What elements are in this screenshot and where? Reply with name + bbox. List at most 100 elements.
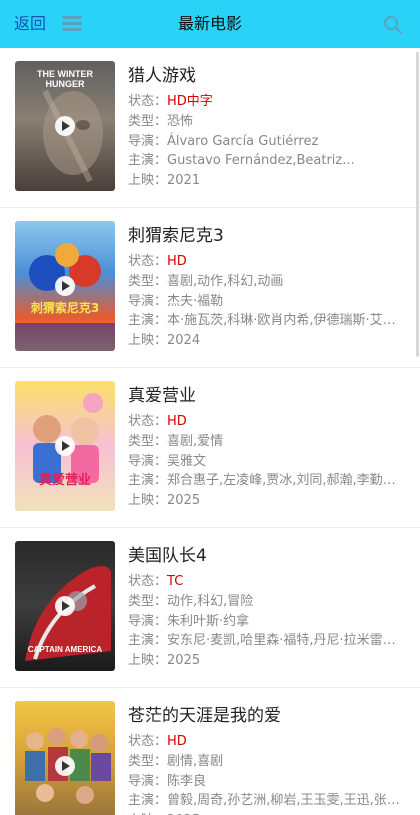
poster-title: CAPTAIN AMERICA: [27, 645, 103, 654]
genre-value: 喜剧,爱情: [167, 433, 224, 449]
cast-label: 主演：: [128, 473, 168, 489]
status-row: 状态：HD: [128, 252, 408, 272]
genre-row: 类型：喜剧,动作,科幻,动画: [128, 272, 408, 292]
poster-title: THE WINTER HUNGER: [37, 69, 93, 89]
cast-label: 主演：: [128, 633, 168, 649]
status-row: 状态：HD: [128, 732, 408, 752]
cast-label: 主演：: [128, 313, 168, 329]
poster-title: 刺猬索尼克3: [30, 301, 100, 315]
movie-title[interactable]: 苍茫的天涯是我的爱: [128, 704, 408, 732]
release-label: 上映：: [128, 493, 168, 509]
cast-label: 主演：: [128, 793, 168, 809]
play-icon[interactable]: [55, 436, 75, 456]
play-icon[interactable]: [55, 116, 75, 136]
cast-row: 主演：安东尼·麦凯,哈里森·福特,丹尼·拉米雷斯,...: [128, 631, 408, 651]
director-row: 导演：朱利叶斯·约拿: [128, 612, 408, 632]
page-title: 最新电影: [177, 14, 242, 33]
cast-row: 主演：曾毅,周奇,孙艺洲,柳岩,王玉雯,王迅,张智...: [128, 791, 408, 811]
cast-row: 主演：Gustavo Fernández,Beatriz...: [128, 151, 408, 171]
director-label: 导演：: [128, 773, 168, 789]
status-row: 状态：HD中字: [128, 92, 408, 112]
release-row: 上映：2024: [128, 331, 408, 351]
genre-label: 类型：: [128, 433, 168, 449]
status-label: 状态：: [128, 94, 168, 109]
movie-item[interactable]: 苍茫的天涯是我的爱 状态：HD 类型：剧情,喜剧 导演：陈李良 主演：曾毅,周奇…: [0, 688, 420, 815]
genre-label: 类型：: [128, 113, 168, 129]
director-row: 导演：陈李良: [128, 772, 408, 792]
release-value: 2021: [167, 173, 201, 189]
director-value: 杰夫·福勒: [167, 293, 224, 309]
genre-row: 类型：动作,科幻,冒险: [128, 592, 408, 612]
release-row: 上映：2025: [128, 651, 408, 671]
top-bar: 返回 最新电影: [0, 0, 420, 48]
cast-value: 本·施瓦茨,科琳·欧肖内希,伊德瑞斯·艾尔...: [167, 313, 408, 329]
status-badge: HD中字: [167, 94, 213, 109]
movie-poster[interactable]: [15, 701, 115, 815]
play-icon[interactable]: [55, 596, 75, 616]
director-value: 陈李良: [167, 773, 207, 789]
search-icon[interactable]: [383, 15, 403, 35]
release-label: 上映：: [128, 173, 168, 189]
director-value: 朱利叶斯·约拿: [167, 613, 250, 629]
genre-row: 类型：恐怖: [128, 112, 408, 132]
release-row: 上映：2025: [128, 491, 408, 511]
movie-item[interactable]: 真爱营业 真爱营业 状态：HD 类型：喜剧,爱情 导演：吴雅文 主演：郑合惠子,…: [0, 368, 420, 528]
director-row: 导演：杰夫·福勒: [128, 292, 408, 312]
movie-title[interactable]: 刺猬索尼克3: [128, 224, 408, 252]
movie-item[interactable]: 刺猬索尼克3 刺猬索尼克3 状态：HD 类型：喜剧,动作,科幻,动画 导演：杰夫…: [0, 208, 420, 368]
director-label: 导演：: [128, 613, 168, 629]
genre-value: 动作,科幻,冒险: [167, 593, 254, 609]
genre-label: 类型：: [128, 273, 168, 289]
release-value: 2025: [167, 493, 201, 509]
genre-value: 恐怖: [167, 113, 194, 129]
status-label: 状态：: [128, 574, 168, 589]
status-badge: TC: [167, 574, 184, 589]
status-badge: HD: [167, 734, 187, 749]
play-icon[interactable]: [55, 276, 75, 296]
movie-poster[interactable]: CAPTAIN AMERICA: [15, 541, 115, 671]
movie-poster[interactable]: 刺猬索尼克3: [15, 221, 115, 351]
cast-value: 安东尼·麦凯,哈里森·福特,丹尼·拉米雷斯,...: [167, 633, 408, 649]
status-badge: HD: [167, 414, 187, 429]
status-label: 状态：: [128, 414, 168, 429]
cast-value: Gustavo Fernández,Beatriz...: [167, 153, 355, 169]
cast-row: 主演：郑合惠子,左凌峰,贾冰,刘同,郝瀚,李勤勤,...: [128, 471, 408, 491]
movie-info: 真爱营业 状态：HD 类型：喜剧,爱情 导演：吴雅文 主演：郑合惠子,左凌峰,贾…: [128, 384, 408, 511]
status-row: 状态：TC: [128, 572, 408, 592]
release-label: 上映：: [128, 653, 168, 669]
movie-title[interactable]: 美国队长4: [128, 544, 408, 572]
status-badge: HD: [167, 254, 187, 269]
scrollbar[interactable]: [416, 52, 419, 357]
movie-title[interactable]: 真爱营业: [128, 384, 408, 412]
director-label: 导演：: [128, 293, 168, 309]
genre-row: 类型：喜剧,爱情: [128, 432, 408, 452]
movie-item[interactable]: CAPTAIN AMERICA 美国队长4 状态：TC 类型：动作,科幻,冒险 …: [0, 528, 420, 688]
movie-info: 美国队长4 状态：TC 类型：动作,科幻,冒险 导演：朱利叶斯·约拿 主演：安东…: [128, 544, 408, 671]
movie-info: 苍茫的天涯是我的爱 状态：HD 类型：剧情,喜剧 导演：陈李良 主演：曾毅,周奇…: [128, 704, 408, 815]
genre-label: 类型：: [128, 593, 168, 609]
movie-info: 猎人游戏 状态：HD中字 类型：恐怖 导演：Álvaro García Guti…: [128, 64, 408, 191]
cast-row: 主演：本·施瓦茨,科琳·欧肖内希,伊德瑞斯·艾尔...: [128, 311, 408, 331]
genre-row: 类型：剧情,喜剧: [128, 752, 408, 772]
director-value: 吴雅文: [167, 453, 207, 469]
genre-label: 类型：: [128, 753, 168, 769]
release-label: 上映：: [128, 333, 168, 349]
director-row: 导演：吴雅文: [128, 452, 408, 472]
movie-title[interactable]: 猎人游戏: [128, 64, 408, 92]
release-value: 2024: [167, 333, 201, 349]
movie-info: 刺猬索尼克3 状态：HD 类型：喜剧,动作,科幻,动画 导演：杰夫·福勒 主演：…: [128, 224, 408, 351]
release-value: 2025: [167, 653, 201, 669]
director-value: Álvaro García Gutiérrez: [167, 133, 319, 149]
status-row: 状态：HD: [128, 412, 408, 432]
play-icon[interactable]: [55, 756, 75, 776]
movie-item[interactable]: THE WINTER HUNGER 猎人游戏 状态：HD中字 类型：恐怖 导演：…: [0, 48, 420, 208]
movie-poster[interactable]: 真爱营业: [15, 381, 115, 511]
movie-poster[interactable]: THE WINTER HUNGER: [15, 61, 115, 191]
release-row: 上映：2025: [128, 811, 408, 815]
genre-value: 喜剧,动作,科幻,动画: [167, 273, 284, 289]
status-label: 状态：: [128, 254, 168, 269]
poster-title: 真爱营业: [38, 473, 91, 488]
status-label: 状态：: [128, 734, 168, 749]
release-row: 上映：2021: [128, 171, 408, 191]
genre-value: 剧情,喜剧: [167, 753, 224, 769]
